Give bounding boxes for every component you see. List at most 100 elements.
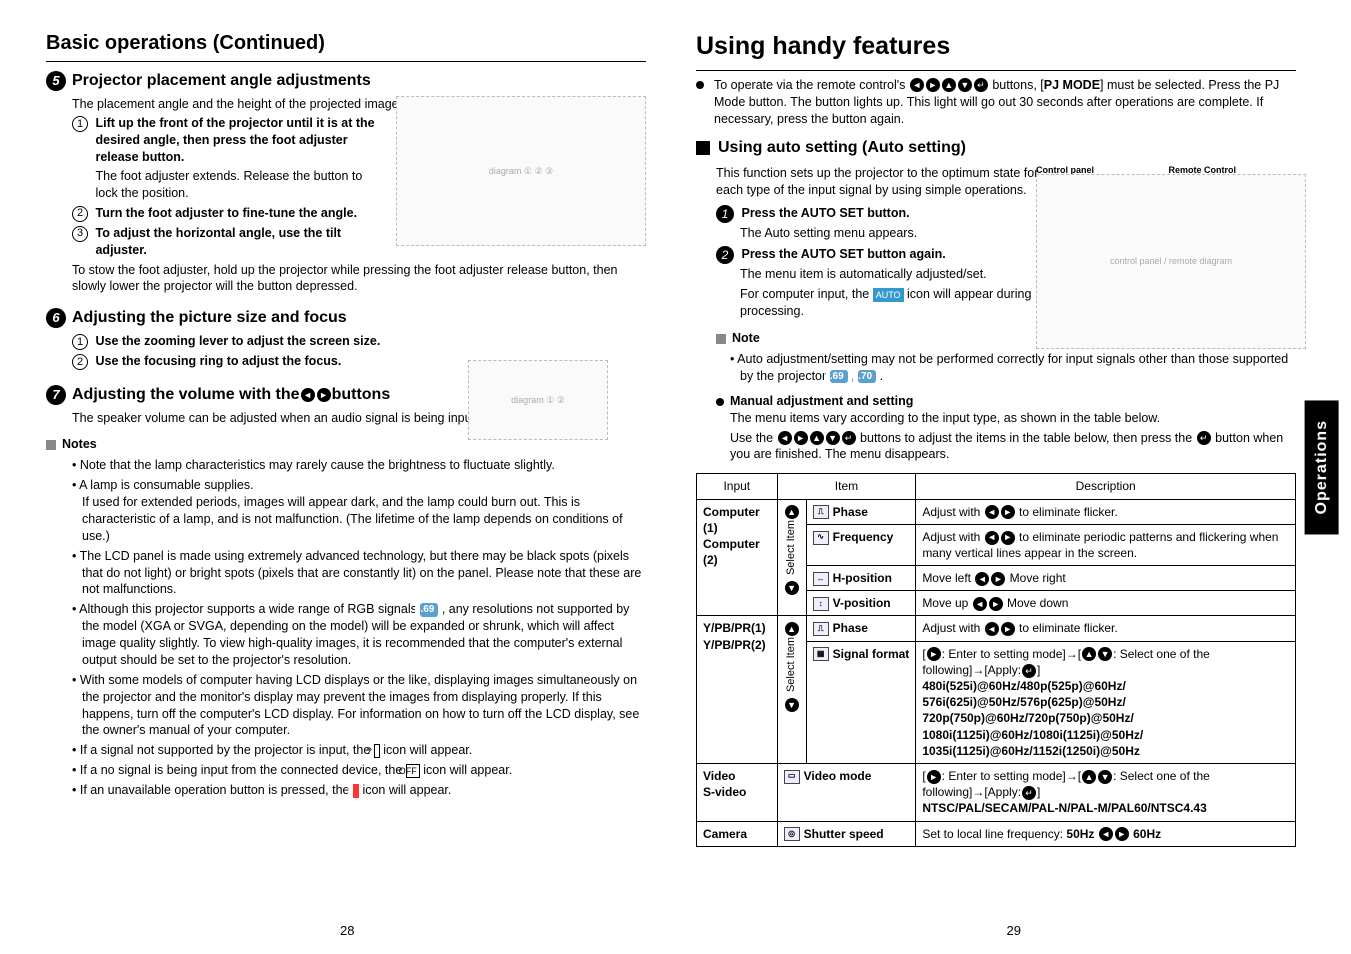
m-enter-icon: ↵ bbox=[842, 431, 856, 445]
nav-left-icon: ◄ bbox=[910, 78, 924, 92]
section5-heading: Projector placement angle adjustments bbox=[72, 70, 371, 92]
handy-features-title: Using handy features bbox=[696, 30, 1296, 71]
lr-icon11: ◄ bbox=[1099, 827, 1113, 841]
lr-icon3: ◄ bbox=[985, 531, 999, 545]
auto-processing-icon: AUTO bbox=[873, 288, 904, 302]
lr-icon8: ► bbox=[989, 597, 1003, 611]
freq-icon: ∿ bbox=[813, 531, 829, 545]
s5-step2-num: 2 bbox=[72, 206, 88, 222]
page-num-left: 28 bbox=[340, 922, 354, 940]
s6-step2-num: 2 bbox=[72, 354, 88, 370]
sel-up2-icon: ▲ bbox=[785, 622, 799, 636]
auto-step2-h: Press the AUTO SET button again. bbox=[741, 247, 945, 261]
m-up-icon: ▲ bbox=[810, 431, 824, 445]
auto-step1-num: 1 bbox=[716, 205, 734, 223]
nav-enter-icon: ↵ bbox=[974, 78, 988, 92]
section6-num: 6 bbox=[46, 308, 66, 328]
vol-left-icon: ◄ bbox=[301, 388, 315, 402]
section7-num: 7 bbox=[46, 385, 66, 405]
phase-icon: ⎍ bbox=[813, 505, 829, 519]
signal-modes: 480i(525i)@60Hz/480p(525p)@60Hz/ 576i(62… bbox=[922, 679, 1143, 758]
m-enter2-icon: ↵ bbox=[1197, 431, 1211, 445]
lr-icon12: ► bbox=[1115, 827, 1129, 841]
sel-down2-icon: ▼ bbox=[785, 698, 799, 712]
s5-after: To stow the foot adjuster, hold up the p… bbox=[72, 262, 646, 296]
nav-up-icon: ▲ bbox=[942, 78, 956, 92]
nav-right-icon: ► bbox=[926, 78, 940, 92]
vpos-icon: ↕ bbox=[813, 597, 829, 611]
nav-down-icon: ▼ bbox=[958, 78, 972, 92]
th-item: Item bbox=[777, 474, 916, 499]
sigfmt-icon: ▦ bbox=[813, 647, 829, 661]
s5-step1-sub: The foot adjuster extends. Release the b… bbox=[95, 168, 385, 202]
input-ypbpr: Y/PB/PR(1) Y/PB/PR(2) bbox=[697, 616, 778, 764]
manual-p1: The menu items vary according to the inp… bbox=[730, 410, 1296, 427]
operations-tab: Operations bbox=[1305, 400, 1339, 534]
video-modes: NTSC/PAL/SECAM/PAL-N/PAL-M/PAL60/NTSC4.4… bbox=[922, 801, 1206, 815]
auto-intro: This function sets up the projector to t… bbox=[716, 165, 1056, 199]
auto-setting-heading: Using auto setting (Auto setting) bbox=[718, 137, 966, 159]
basic-ops-title: Basic operations (Continued) bbox=[46, 30, 646, 62]
video-icon: ▭ bbox=[784, 770, 800, 784]
phase2-icon: ⎍ bbox=[813, 622, 829, 636]
apply2-icon: ↵ bbox=[1022, 786, 1036, 800]
manual-heading: Manual adjustment and setting bbox=[716, 393, 1296, 410]
s5-step1: Lift up the front of the projector until… bbox=[95, 116, 374, 164]
th-input: Input bbox=[697, 474, 778, 499]
section7-heading-b: buttons bbox=[332, 384, 391, 406]
section7-heading-a: Adjusting the volume with the bbox=[72, 384, 300, 406]
lr-icon7: ◄ bbox=[973, 597, 987, 611]
manual-p2: Use the ◄►▲▼↵ buttons to adjust the item… bbox=[730, 430, 1296, 464]
apply-icon: ↵ bbox=[1022, 664, 1036, 678]
enter-icon: ► bbox=[927, 647, 941, 661]
s6-step1-num: 1 bbox=[72, 334, 88, 350]
lr-icon9: ◄ bbox=[985, 622, 999, 636]
off-icon: OFF bbox=[406, 764, 420, 778]
ud-icon3: ▲ bbox=[1082, 770, 1096, 784]
lr-icon4: ► bbox=[1001, 531, 1015, 545]
foot-adjuster-diagram: diagram ① ② ③ bbox=[396, 96, 646, 246]
lr-icon: ◄ bbox=[985, 505, 999, 519]
auto-step2-p1: The menu item is automatically adjusted/… bbox=[740, 266, 1060, 283]
auto-step2-p2: For computer input, the AUTO icon will a… bbox=[740, 286, 1060, 320]
note-1: Note that the lamp characteristics may r… bbox=[72, 457, 646, 474]
m-right-icon: ► bbox=[794, 431, 808, 445]
input-video: Video S-video bbox=[697, 763, 778, 821]
note-2: A lamp is consumable supplies. If used f… bbox=[72, 477, 646, 545]
note-5: With some models of computer having LCD … bbox=[72, 672, 646, 740]
s5-step3-num: 3 bbox=[72, 226, 88, 242]
hpos-icon: ↔ bbox=[813, 572, 829, 586]
s5-step3: To adjust the horizontal angle, use the … bbox=[95, 226, 341, 257]
m-left-icon: ◄ bbox=[778, 431, 792, 445]
s5-step2: Turn the foot adjuster to fine-tune the … bbox=[95, 206, 357, 220]
zoom-focus-diagram: diagram ① ② bbox=[468, 360, 608, 440]
input-computer: Computer (1) Computer (2) bbox=[697, 499, 778, 616]
lr-icon6: ► bbox=[991, 572, 1005, 586]
s6-step2: Use the focusing ring to adjust the focu… bbox=[95, 354, 341, 368]
note-4: Although this projector supports a wide … bbox=[72, 601, 646, 669]
note-8: If an unavailable operation button is pr… bbox=[72, 782, 646, 799]
input-camera: Camera bbox=[697, 821, 778, 846]
th-desc: Description bbox=[916, 474, 1296, 499]
top-note: To operate via the remote control's ◄►▲▼… bbox=[696, 77, 1296, 128]
auto-step1-p: The Auto setting menu appears. bbox=[740, 225, 1060, 242]
vol-right-icon: ► bbox=[317, 388, 331, 402]
ud-icon4: ▼ bbox=[1098, 770, 1112, 784]
auto-step2-num: 2 bbox=[716, 246, 734, 264]
page-num-right: 29 bbox=[1007, 922, 1021, 940]
sel-col-2: ▲ Select Item ▼ bbox=[777, 616, 806, 764]
sel-col-1: ▲ Select Item ▼ bbox=[777, 499, 806, 616]
adjustment-table: Input Item Description Computer (1) Comp… bbox=[696, 473, 1296, 846]
page-ref-69a: p.69 bbox=[420, 603, 438, 617]
lr-icon2: ► bbox=[1001, 505, 1015, 519]
sel-up-icon: ▲ bbox=[785, 505, 799, 519]
ud-icon2: ▼ bbox=[1098, 647, 1112, 661]
ud-icon: ▲ bbox=[1082, 647, 1096, 661]
auto-step1-h: Press the AUTO SET button. bbox=[741, 206, 909, 220]
s6-step1: Use the zooming lever to adjust the scre… bbox=[95, 334, 380, 348]
note-3: The LCD panel is made using extremely ad… bbox=[72, 548, 646, 599]
auto-note: Auto adjustment/setting may not be perfo… bbox=[730, 351, 1296, 385]
page-ref-70: p.70 bbox=[858, 370, 876, 384]
lr-icon5: ◄ bbox=[975, 572, 989, 586]
sel-down-icon: ▼ bbox=[785, 581, 799, 595]
